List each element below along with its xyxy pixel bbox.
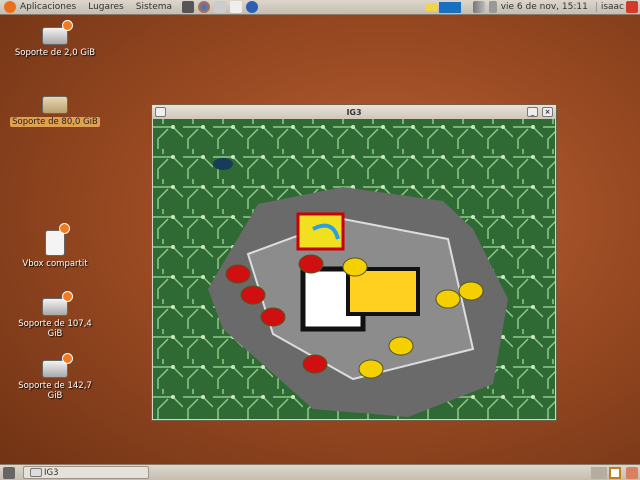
red-disc[interactable] bbox=[298, 254, 324, 274]
red-disc[interactable] bbox=[225, 264, 251, 284]
window-titlebar[interactable]: IG3 _ × bbox=[152, 105, 556, 119]
yellow-disc[interactable] bbox=[458, 281, 484, 301]
workspace-switcher[interactable] bbox=[591, 466, 607, 479]
taskbar-label: IG3 bbox=[44, 467, 59, 478]
icon-label: Vbox compartit bbox=[22, 259, 88, 269]
mail-icon[interactable] bbox=[230, 1, 243, 13]
yellow-disc[interactable] bbox=[358, 359, 384, 379]
icon-label: Soporte de 107,4 GiB bbox=[18, 319, 92, 339]
drive-icon bbox=[42, 291, 73, 316]
menu-aplicaciones[interactable]: Aplicaciones bbox=[20, 2, 76, 12]
show-desktop-icon[interactable] bbox=[3, 466, 15, 479]
firefox-icon[interactable] bbox=[198, 1, 211, 13]
menu-lugares[interactable]: Lugares bbox=[88, 2, 124, 12]
help-icon[interactable] bbox=[246, 1, 259, 13]
yellow-disc[interactable] bbox=[342, 257, 368, 277]
red-disc[interactable] bbox=[260, 307, 286, 327]
clock[interactable]: vie 6 de nov, 15:11 bbox=[501, 2, 588, 12]
yellow-disc[interactable] bbox=[388, 336, 414, 356]
window-title: IG3 bbox=[346, 107, 362, 117]
icon-label: Soporte de 80,0 GiB bbox=[10, 117, 100, 127]
icon-label: Soporte de 2,0 GiB bbox=[14, 48, 96, 58]
window-menu-icon[interactable] bbox=[155, 107, 166, 117]
top-panel: Aplicaciones Lugares Sistema vie 6 de no… bbox=[0, 0, 640, 15]
signal-icon[interactable] bbox=[472, 1, 485, 13]
taskbar-item-ig3[interactable]: IG3 bbox=[23, 466, 149, 479]
minimize-button[interactable]: _ bbox=[527, 107, 538, 117]
window-icon bbox=[30, 468, 42, 477]
volume-icon[interactable] bbox=[488, 1, 497, 13]
icon-label: Soporte de 142,7 GiB bbox=[18, 381, 92, 401]
workspace-active[interactable] bbox=[609, 466, 621, 479]
desktop-icon-drive-107gb[interactable]: Soporte de 107,4 GiB bbox=[10, 291, 100, 339]
notes-icon[interactable] bbox=[214, 1, 227, 13]
menu-sistema[interactable]: Sistema bbox=[136, 2, 172, 12]
drive-icon bbox=[42, 353, 73, 378]
user-name[interactable]: isaac bbox=[595, 2, 624, 12]
yellow-disc[interactable] bbox=[435, 289, 461, 309]
red-disc[interactable] bbox=[302, 354, 328, 374]
desktop-icon-drive-80gb[interactable]: Soporte de 80,0 GiB bbox=[10, 96, 100, 127]
shutdown-icon[interactable] bbox=[626, 1, 638, 13]
bottom-panel: IG3 bbox=[0, 464, 640, 480]
file-icon bbox=[45, 223, 70, 256]
ig3-window: IG3 _ × bbox=[151, 104, 557, 421]
desktop-icon-vbox[interactable]: Vbox compartit bbox=[10, 223, 100, 269]
drive-icon bbox=[42, 20, 73, 45]
chip-component bbox=[213, 158, 233, 170]
desktop-icon-drive-2gb[interactable]: Soporte de 2,0 GiB bbox=[10, 20, 100, 58]
network-applet[interactable] bbox=[438, 1, 461, 13]
notification-icon[interactable] bbox=[424, 3, 437, 11]
red-disc[interactable] bbox=[240, 285, 266, 305]
ubuntu-logo-icon[interactable] bbox=[4, 1, 16, 13]
desktop-icon-drive-142gb[interactable]: Soporte de 142,7 GiB bbox=[10, 353, 100, 401]
drive-icon bbox=[42, 96, 68, 114]
terminal-icon[interactable] bbox=[182, 1, 195, 13]
game-canvas[interactable] bbox=[153, 119, 555, 419]
close-button[interactable]: × bbox=[542, 107, 553, 117]
trash-icon[interactable] bbox=[626, 466, 638, 479]
